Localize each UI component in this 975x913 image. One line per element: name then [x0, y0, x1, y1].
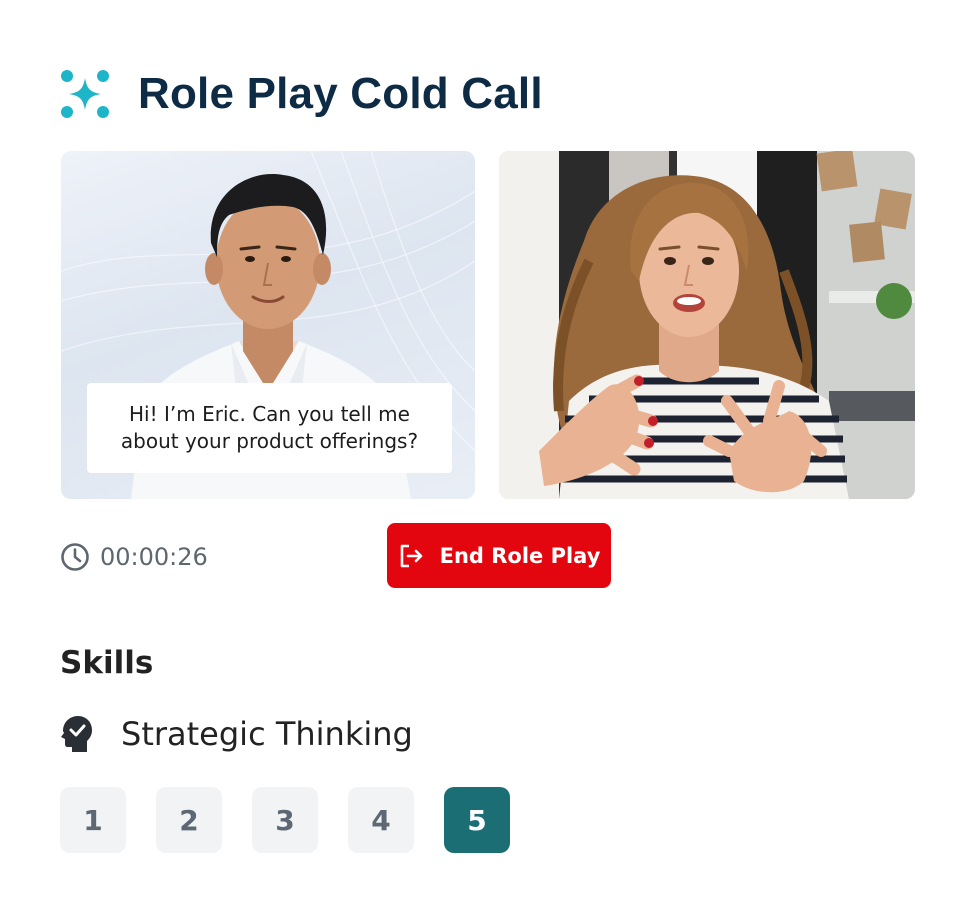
rating-5-button[interactable]: 5	[444, 787, 510, 853]
skill-name: Strategic Thinking	[121, 715, 413, 753]
sparkle-icon	[61, 70, 109, 118]
rating-selector: 1 2 3 4 5	[60, 787, 510, 853]
clock-icon	[61, 543, 89, 571]
user-video-tile	[499, 151, 915, 499]
rating-2-button[interactable]: 2	[156, 787, 222, 853]
ai-video-tile: Hi! I’m Eric. Can you tell me about your…	[61, 151, 475, 499]
head-check-icon	[61, 716, 92, 752]
page-header: Role Play Cold Call	[60, 66, 543, 122]
page-title: Role Play Cold Call	[138, 69, 543, 118]
skills-heading: Skills	[60, 645, 154, 681]
rating-3-button[interactable]: 3	[252, 787, 318, 853]
exit-icon	[400, 544, 422, 567]
rating-1-button[interactable]: 1	[60, 787, 126, 853]
role-play-page: Role Play Cold Call Hi! I’m Eric. Can yo…	[0, 0, 975, 913]
end-role-play-label: End Role Play	[439, 543, 601, 568]
user-camera-image	[499, 151, 915, 499]
end-role-play-button[interactable]: End Role Play	[387, 523, 611, 588]
ai-caption: Hi! I’m Eric. Can you tell me about your…	[87, 383, 452, 473]
rating-4-button[interactable]: 4	[348, 787, 414, 853]
timer-value: 00:00:26	[100, 543, 208, 571]
skill-row: Strategic Thinking	[60, 712, 413, 756]
call-timer: 00:00:26	[60, 540, 208, 574]
